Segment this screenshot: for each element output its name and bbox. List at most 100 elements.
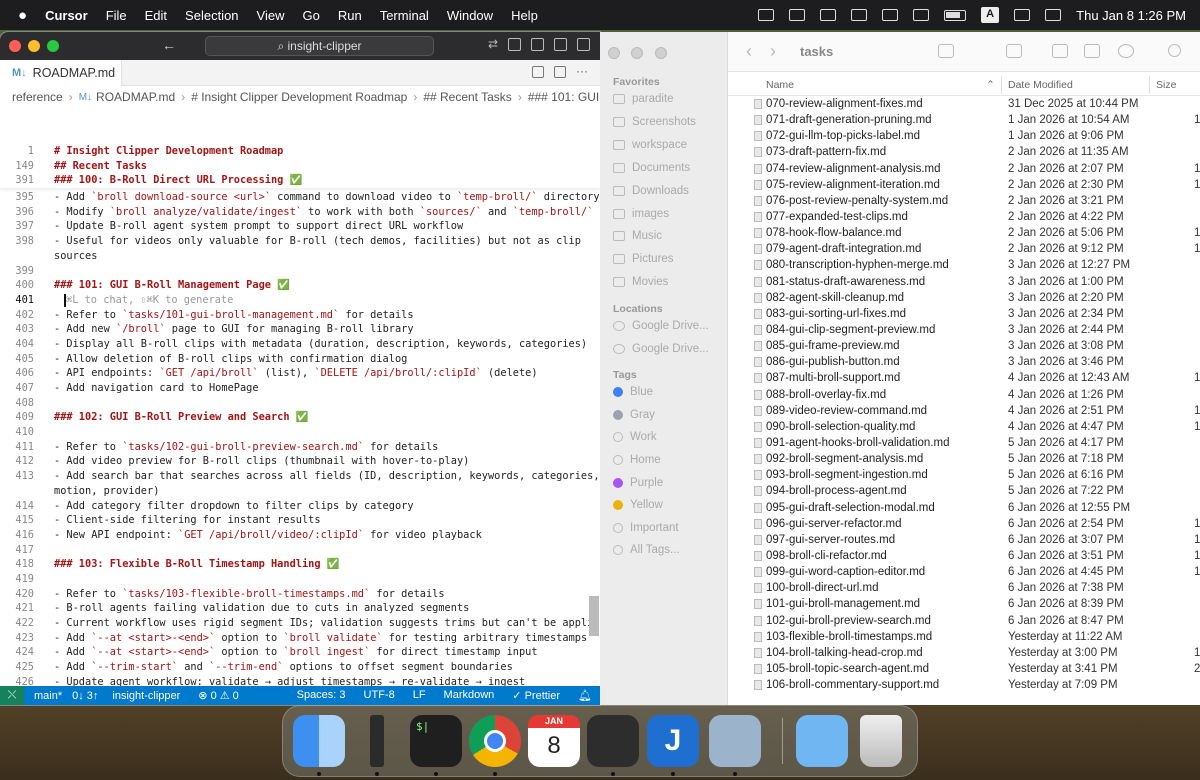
menubar-clock[interactable]: Thu Jan 8 1:26 PM <box>1076 8 1186 23</box>
menu-file[interactable]: File <box>106 8 127 23</box>
file-row[interactable]: 083-gui-sorting-url-fixes.md 3 Jan 2026 a… <box>728 306 1200 322</box>
settings-gear-icon[interactable] <box>577 38 590 51</box>
code-line[interactable]: 425 - Add `--trim-start` and `--trim-end`… <box>0 660 600 675</box>
code-line[interactable]: 410 <box>0 425 600 440</box>
code-line[interactable]: 405 - Allow deletion of B-roll clips with… <box>0 352 600 367</box>
file-row[interactable]: 102-gui-broll-preview-search.md 6 Jan 202… <box>728 613 1200 629</box>
sidebar-tag-alltags[interactable]: All Tags... <box>613 544 680 556</box>
code-line[interactable]: 424 - Add `--at <start>-<end>` option to … <box>0 645 600 660</box>
code-line[interactable]: 413 - Add search bar that searches across… <box>0 469 600 484</box>
activity-monitor-icon[interactable] <box>370 715 384 767</box>
menu-selection[interactable]: Selection <box>185 8 238 23</box>
code-line[interactable]: 402 - Refer to `tasks/101-gui-broll-manag… <box>0 308 600 323</box>
code-line[interactable]: 409 ### 102: GUI B-Roll Preview and Searc… <box>0 410 600 425</box>
tab-roadmap[interactable]: M↓ ROADMAP.md <box>0 60 122 86</box>
breadcrumb-item[interactable]: ## Recent Tasks <box>423 90 512 104</box>
breadcrumb-item[interactable]: ### 101: GUI B <box>528 90 600 104</box>
file-row[interactable]: 096-gui-server-refactor.md 6 Jan 2026 at … <box>728 516 1200 532</box>
menu-edit[interactable]: Edit <box>145 8 167 23</box>
bluetooth-icon[interactable] <box>913 9 930 21</box>
apple-icon[interactable]: ● <box>18 7 27 24</box>
file-row[interactable]: 092-broll-segment-analysis.md 5 Jan 2026 … <box>728 451 1200 467</box>
file-row[interactable]: 074-review-alignment-analysis.md 2 Jan 20… <box>728 161 1200 177</box>
gpu-icon[interactable] <box>851 9 868 21</box>
close-window-button[interactable] <box>608 47 620 59</box>
code-line[interactable]: 391 ### 100: B-Roll Direct URL Processing… <box>0 173 600 188</box>
back-forward-icon[interactable]: ‹› <box>746 41 794 62</box>
sidebar-item-movies[interactable]: Movies <box>613 276 668 288</box>
code-line[interactable]: 422 - Current workflow uses rigid segment… <box>0 616 600 631</box>
breadcrumb-item[interactable]: ROADMAP.md <box>96 90 175 104</box>
file-row[interactable]: 088-broll-overlay-fix.md 4 Jan 2026 at 1:… <box>728 387 1200 403</box>
battery-icon[interactable] <box>944 9 967 21</box>
equalizer-icon[interactable] <box>789 9 806 21</box>
file-row[interactable]: 073-draft-pattern-fix.md 2 Jan 2026 at 11… <box>728 144 1200 160</box>
code-line[interactable]: 407 - Add navigation card to HomePage <box>0 381 600 396</box>
file-row[interactable]: 076-post-review-penalty-system.md 2 Jan 2… <box>728 193 1200 209</box>
file-row[interactable]: 072-gui-llm-top-picks-label.md 1 Jan 2026… <box>728 128 1200 144</box>
sidebar-item-music[interactable]: Music <box>613 230 662 242</box>
file-row[interactable]: 098-broll-cli-refactor.md 6 Jan 2026 at 3… <box>728 548 1200 564</box>
minimize-window-button[interactable] <box>28 40 40 52</box>
code-line[interactable]: 404 - Display all B-roll clips with metad… <box>0 337 600 352</box>
joplin-icon[interactable]: J <box>647 715 699 767</box>
breadcrumb-item[interactable]: # Insight Clipper Development Roadmap <box>191 90 407 104</box>
column-name[interactable]: Name <box>766 79 794 91</box>
code-line[interactable]: 398 - Useful for videos only valuable for… <box>0 234 600 249</box>
file-row[interactable]: 090-broll-selection-quality.md 4 Jan 2026… <box>728 419 1200 435</box>
menu-terminal[interactable]: Terminal <box>380 8 429 23</box>
sidebar-tag-yellow[interactable]: Yellow <box>613 499 663 511</box>
file-row[interactable]: 087-multi-broll-support.md 4 Jan 2026 at … <box>728 370 1200 386</box>
preview-icon[interactable] <box>709 715 761 767</box>
file-row[interactable]: 105-broll-topic-search-agent.md Yesterday… <box>728 661 1200 677</box>
code-line[interactable]: 415 - Client-side filtering for instant r… <box>0 513 600 528</box>
scrollbar-thumb[interactable] <box>589 596 599 636</box>
sidebar-item-paradite[interactable]: paradite <box>613 93 674 105</box>
extension-icon[interactable] <box>758 9 775 21</box>
file-row[interactable]: 084-gui-clip-segment-preview.md 3 Jan 202… <box>728 322 1200 338</box>
file-row[interactable]: 094-broll-process-agent.md 5 Jan 2026 at … <box>728 483 1200 499</box>
code-line[interactable]: 149 ## Recent Tasks <box>0 159 600 174</box>
file-row[interactable]: 071-draft-generation-pruning.md 1 Jan 202… <box>728 112 1200 128</box>
menu-window[interactable]: Window <box>447 8 493 23</box>
code-area[interactable]: 1 # Insight Clipper Development Roadmap 14… <box>0 144 600 705</box>
code-line[interactable]: sources <box>0 249 600 264</box>
chrome-icon[interactable] <box>469 715 521 767</box>
control-center-icon[interactable] <box>1045 9 1062 21</box>
more-actions-icon[interactable]: ··· <box>576 65 588 78</box>
remote-indicator-icon[interactable]: ⤬ <box>0 686 24 705</box>
column-date-modified[interactable]: Date Modified <box>1008 79 1073 91</box>
code-line[interactable]: 412 - Add video preview for B-roll clips … <box>0 454 600 469</box>
sidebar-item-workspace[interactable]: workspace <box>613 139 687 151</box>
command-search-input[interactable]: ⌕ insight-clipper <box>205 36 434 56</box>
file-row[interactable]: 103-flexible-broll-timestamps.md Yesterda… <box>728 629 1200 645</box>
menu-help[interactable]: Help <box>511 8 538 23</box>
file-row[interactable]: 075-review-alignment-iteration.md 2 Jan 2… <box>728 177 1200 193</box>
close-window-button[interactable] <box>9 40 21 52</box>
group-icon[interactable] <box>1006 44 1022 58</box>
status-project[interactable]: insight-clipper <box>112 690 180 702</box>
zoom-window-button[interactable] <box>654 47 667 59</box>
extensions-icon[interactable] <box>554 38 567 51</box>
trash-icon[interactable] <box>860 715 902 767</box>
column-size[interactable]: Size <box>1156 79 1176 91</box>
input-source-icon[interactable]: A <box>981 7 1000 23</box>
sidebar-item-pictures[interactable]: Pictures <box>613 253 674 265</box>
status-eol[interactable]: LF <box>413 689 426 702</box>
file-row[interactable]: 086-gui-publish-button.md 3 Jan 2026 at 3… <box>728 354 1200 370</box>
sidebar-item-google-drive[interactable]: Google Drive... <box>613 343 709 355</box>
file-row[interactable]: 077-expanded-test-clips.md 2 Jan 2026 at … <box>728 209 1200 225</box>
sidebar-item-google-drive[interactable]: Google Drive... <box>613 320 709 332</box>
status-branch[interactable]: main* <box>34 690 62 702</box>
notifications-bell-icon[interactable]: 🔔︎ <box>578 689 592 702</box>
split-editor-icon[interactable] <box>554 66 566 78</box>
status-language[interactable]: Markdown <box>444 689 495 702</box>
file-row[interactable]: 089-video-review-command.md 4 Jan 2026 at… <box>728 403 1200 419</box>
breadcrumb-item[interactable]: reference <box>12 90 63 104</box>
file-row[interactable]: 085-gui-frame-preview.md 3 Jan 2026 at 3:… <box>728 338 1200 354</box>
list-view-icon[interactable] <box>938 44 954 58</box>
status-sync[interactable]: 0↓ 3↑ <box>72 690 98 702</box>
code-line[interactable]: 406 - API endpoints: `GET /api/broll` (li… <box>0 366 600 381</box>
menu-view[interactable]: View <box>257 8 285 23</box>
terminal-icon[interactable]: $| <box>410 715 462 767</box>
